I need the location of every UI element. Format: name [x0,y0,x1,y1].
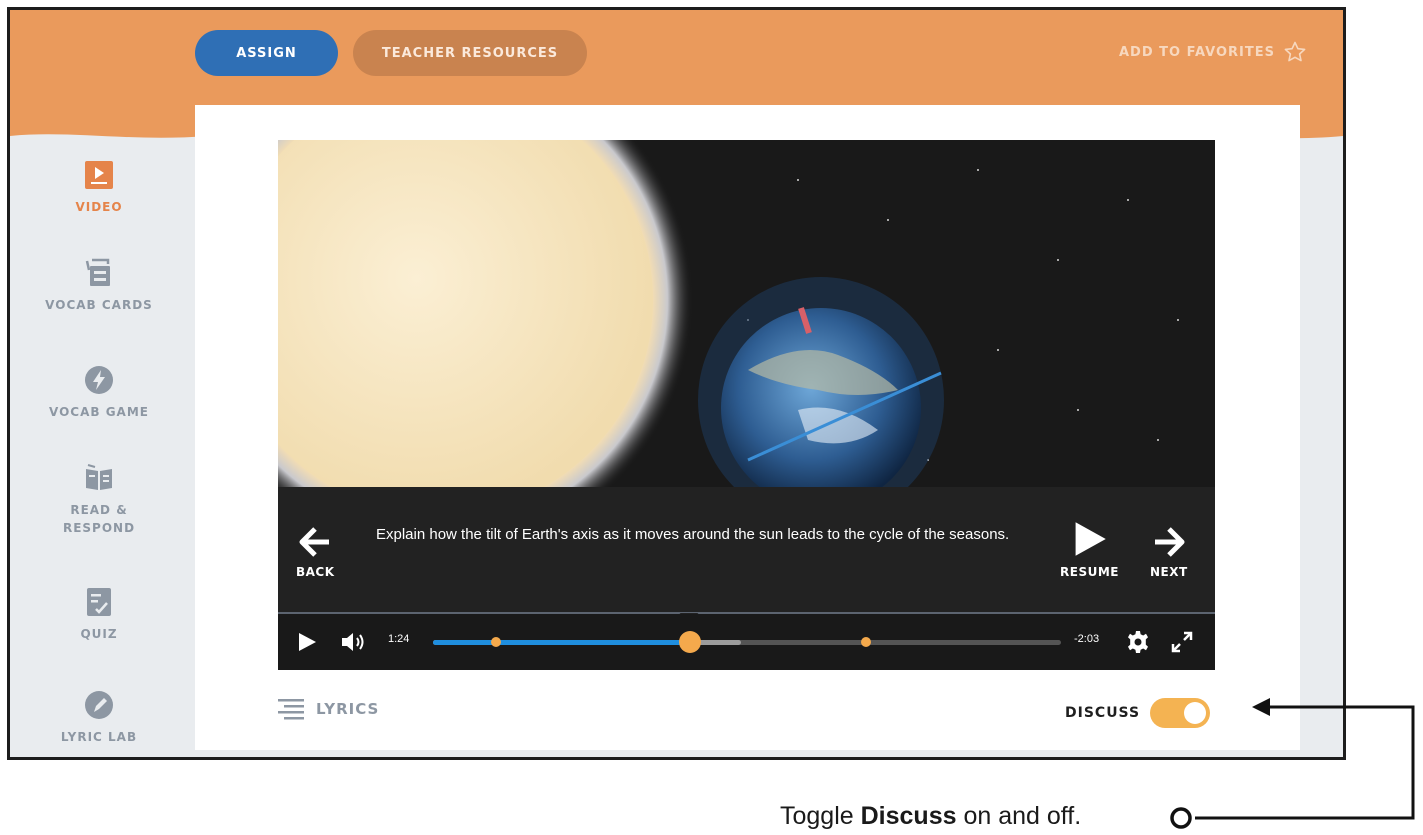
sidebar-item-read-respond[interactable]: READ & RESPOND [10,463,188,537]
callout-text-after: on and off. [956,802,1082,830]
video-frame[interactable] [278,140,1215,487]
next-button[interactable]: NEXT [1150,525,1188,579]
discuss-label: DISCUSS [1065,705,1141,721]
play-icon[interactable] [296,631,318,653]
video-player: BACK Explain how the tilt of Earth's axi… [278,140,1215,670]
add-to-favorites-label: ADD TO FAVORITES [1118,44,1275,60]
sidebar: VIDEO VOCAB CARDS VOCAB GAME READ & RESP… [10,140,188,757]
content-card: BACK Explain how the tilt of Earth's axi… [195,105,1300,750]
chapter-marker[interactable] [490,637,501,647]
current-time: 1:24 [388,633,410,645]
progress-fill [433,640,691,645]
add-to-favorites-button[interactable]: ADD TO FAVORITES [1119,40,1307,64]
sidebar-item-label: VIDEO [75,200,123,214]
sidebar-item-label: READ & RESPOND [62,503,136,535]
sidebar-item-label: LYRIC LAB [60,730,138,744]
teacher-resources-button[interactable]: TEACHER RESOURCES [353,30,587,76]
callout-text-before: Toggle [780,802,861,830]
discuss-control: DISCUSS [1065,698,1211,728]
toggle-knob [1184,702,1207,724]
assign-button[interactable]: ASSIGN [195,30,338,76]
play-icon [1076,522,1107,556]
discuss-toggle[interactable] [1150,698,1211,728]
discussion-prompt: Explain how the tilt of Earth's axis as … [376,526,1010,543]
vocab-cards-icon [85,258,110,286]
sidebar-item-video[interactable]: VIDEO [10,160,188,216]
star-outline-icon [1284,41,1306,62]
video-controls: 1:24 -2:03 [278,614,1215,670]
resume-label: RESUME [1060,565,1119,579]
lyrics-button[interactable]: LYRICS [278,698,379,720]
pencil-circle-icon [85,691,113,719]
callout-caption: Toggle Discuss on and off. [780,802,1081,831]
sidebar-item-vocab-game[interactable]: VOCAB GAME [10,365,188,421]
volume-icon[interactable] [340,630,368,654]
app-window: ASSIGN TEACHER RESOURCES ADD TO FAVORITE… [7,7,1346,760]
back-label: BACK [296,565,335,579]
arrow-left-icon [299,527,330,557]
chapter-marker[interactable] [861,637,872,647]
progress-thumb[interactable] [679,631,702,653]
fullscreen-icon[interactable] [1171,631,1193,653]
back-button[interactable]: BACK [296,525,335,579]
arrow-right-icon [1154,527,1185,557]
discussion-prompt-panel: BACK Explain how the tilt of Earth's axi… [278,487,1215,624]
lyrics-lines-icon [278,699,304,720]
sidebar-item-label: VOCAB GAME [49,405,149,419]
resume-button[interactable]: RESUME [1060,519,1119,579]
sidebar-item-lyric-lab[interactable]: LYRIC LAB [10,690,188,746]
lightning-icon [85,366,113,394]
open-book-icon [86,464,112,490]
checklist-icon [87,588,111,616]
lyrics-label: LYRICS [316,700,380,718]
progress-bar[interactable] [433,631,1061,653]
sidebar-item-quiz[interactable]: QUIZ [10,587,188,643]
callout-text-bold: Discuss [860,802,957,830]
next-label: NEXT [1150,565,1188,579]
sidebar-item-label: QUIZ [80,627,118,641]
sidebar-item-vocab-cards[interactable]: VOCAB CARDS [10,258,188,314]
sidebar-item-label: VOCAB CARDS [45,298,153,312]
gear-icon[interactable] [1126,630,1150,654]
remaining-time: -2:03 [1074,633,1100,645]
video-icon [85,161,113,189]
